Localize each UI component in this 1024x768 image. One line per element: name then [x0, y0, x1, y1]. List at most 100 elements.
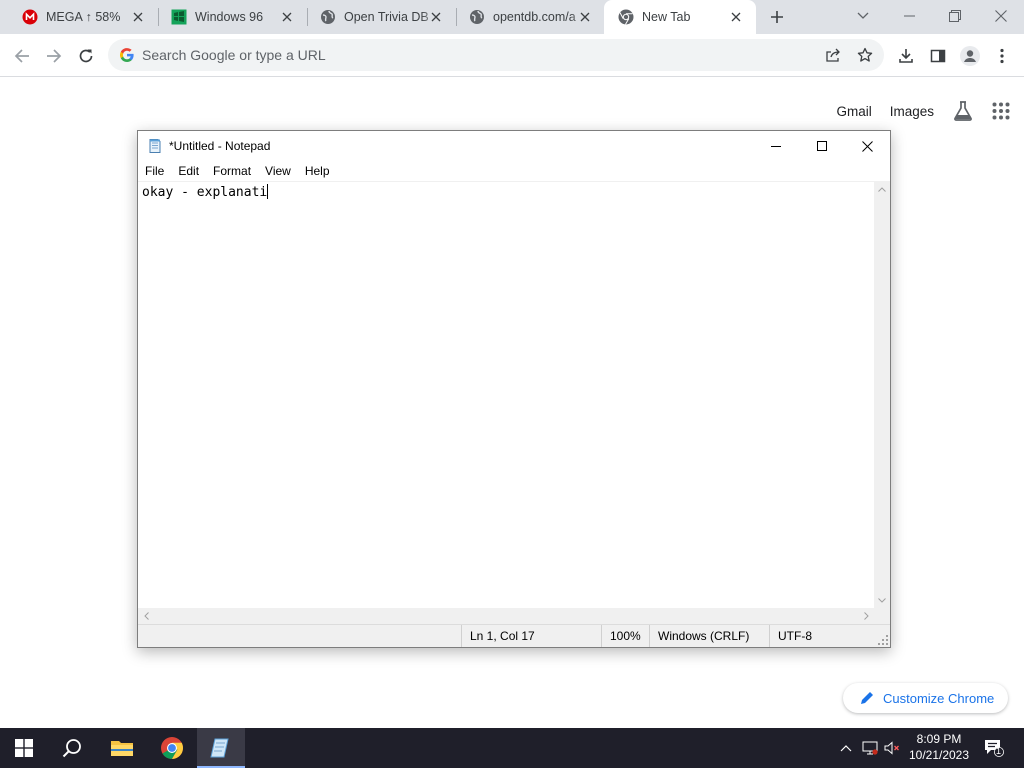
omnibox[interactable]: Search Google or type a URL — [108, 39, 884, 71]
scroll-up-icon[interactable] — [874, 181, 890, 197]
arrow-left-icon — [14, 49, 29, 63]
globe-icon — [320, 9, 336, 25]
images-link[interactable]: Images — [890, 104, 934, 119]
vertical-scrollbar[interactable] — [874, 181, 890, 608]
tab-new-tab[interactable]: New Tab — [604, 0, 756, 34]
share-icon[interactable] — [824, 46, 842, 64]
text-caret — [267, 184, 269, 199]
tab-title: Open Trivia DB — [344, 10, 429, 24]
chrome-menu-button[interactable] — [988, 42, 1016, 70]
scroll-down-icon[interactable] — [874, 592, 890, 608]
mega-icon — [22, 9, 38, 25]
close-tab-icon[interactable] — [577, 9, 593, 25]
tab-strip: MEGA ↑ 58% Windows 96 Open Trivia DB ope… — [0, 0, 1024, 34]
tab-title: opentdb.com/a — [493, 10, 576, 24]
notepad-text-area[interactable]: okay - explanati — [138, 181, 874, 608]
chevron-up-icon — [840, 744, 852, 751]
menu-format[interactable]: Format — [206, 164, 258, 178]
notepad-minimize-button[interactable] — [753, 131, 799, 161]
back-button[interactable] — [8, 42, 36, 70]
notepad-close-button[interactable] — [844, 131, 890, 161]
menu-file[interactable]: File — [138, 164, 171, 178]
restore-icon — [949, 10, 961, 22]
restore-button[interactable] — [932, 0, 978, 32]
avatar-icon — [960, 46, 980, 66]
minimize-icon — [771, 145, 781, 147]
ntp-header-links: Gmail Images — [836, 100, 1010, 122]
file-explorer-button[interactable] — [98, 728, 146, 768]
google-icon — [120, 48, 134, 62]
scrollbar-corner — [874, 608, 890, 624]
browser-toolbar: Search Google or type a URL — [0, 34, 1024, 77]
side-panel-button[interactable] — [924, 42, 952, 70]
close-icon — [995, 10, 1007, 22]
notepad-maximize-button[interactable] — [799, 131, 845, 161]
show-hidden-icons-button[interactable] — [838, 740, 854, 756]
search-icon — [62, 739, 81, 758]
notification-count: 1 — [996, 746, 1002, 756]
volume-muted-icon[interactable] — [884, 740, 900, 756]
scroll-right-icon[interactable] — [858, 608, 874, 624]
tab-opentdb[interactable]: opentdb.com/a — [447, 0, 605, 34]
horizontal-scrollbar[interactable] — [138, 608, 874, 624]
menu-edit[interactable]: Edit — [171, 164, 206, 178]
notepad-window: *Untitled - Notepad File Edit Format Vie… — [137, 130, 891, 648]
system-clock[interactable]: 8:09 PM 10/21/2023 — [900, 731, 978, 763]
arrow-right-icon — [47, 49, 62, 63]
tab-open-trivia-db[interactable]: Open Trivia DB — [298, 0, 456, 34]
new-tab-button[interactable] — [766, 6, 788, 28]
minimize-button[interactable] — [886, 0, 932, 32]
folder-icon — [111, 741, 133, 756]
chrome-icon — [161, 737, 183, 759]
close-tab-icon[interactable] — [130, 9, 146, 25]
status-zoom: 100% — [601, 625, 651, 647]
notepad-titlebar[interactable]: *Untitled - Notepad — [138, 131, 890, 161]
close-icon — [861, 140, 873, 152]
tab-search-button[interactable] — [840, 0, 886, 32]
tab-mega[interactable]: MEGA ↑ 58% — [0, 0, 158, 34]
close-tab-icon[interactable] — [428, 9, 444, 25]
customize-chrome-button[interactable]: Customize Chrome — [843, 683, 1008, 713]
google-apps-button[interactable] — [992, 102, 1010, 120]
close-tab-icon[interactable] — [279, 9, 295, 25]
close-tab-icon[interactable] — [728, 9, 744, 25]
tab-title: Windows 96 — [195, 10, 264, 24]
chrome-taskbar-button[interactable] — [148, 728, 196, 768]
notepad-text-line: okay - explanati — [142, 184, 269, 200]
menu-view[interactable]: View — [258, 164, 298, 178]
plus-icon — [771, 11, 783, 23]
gmail-link[interactable]: Gmail — [836, 104, 871, 119]
menu-help[interactable]: Help — [298, 164, 337, 178]
bookmark-star-icon[interactable] — [856, 46, 874, 64]
downloads-button[interactable] — [892, 42, 920, 70]
close-window-button[interactable] — [978, 0, 1024, 32]
globe-icon — [469, 9, 485, 25]
resize-grip-icon[interactable] — [878, 635, 888, 645]
pencil-icon — [860, 691, 874, 705]
minimize-icon — [903, 15, 915, 17]
scroll-left-icon[interactable] — [138, 608, 154, 624]
windows96-icon — [171, 9, 187, 25]
notepad-icon — [149, 139, 161, 153]
notepad-title: *Untitled - Notepad — [169, 139, 271, 153]
kebab-menu-icon — [1000, 48, 1004, 64]
clock-time: 8:09 PM — [916, 732, 962, 746]
status-cursor-position: Ln 1, Col 17 — [461, 625, 601, 647]
action-center-button[interactable]: 1 — [984, 739, 1004, 757]
forward-button[interactable] — [40, 42, 68, 70]
tab-windows96[interactable]: Windows 96 — [149, 0, 307, 34]
status-encoding: UTF-8 — [769, 625, 869, 647]
tab-title: MEGA ↑ 58% — [46, 10, 121, 24]
notepad-taskbar-button[interactable] — [197, 728, 245, 768]
chrome-icon — [618, 9, 634, 25]
profile-button[interactable] — [956, 42, 984, 70]
clock-date: 10/21/2023 — [908, 748, 970, 762]
reload-button[interactable] — [72, 42, 100, 70]
taskbar: 8:09 PM 10/21/2023 1 — [0, 728, 1024, 768]
network-icon[interactable] — [862, 740, 878, 756]
download-icon — [899, 49, 913, 63]
start-button[interactable] — [0, 728, 48, 768]
labs-button[interactable] — [952, 100, 974, 122]
flask-icon — [954, 101, 972, 121]
search-button[interactable] — [48, 728, 96, 768]
